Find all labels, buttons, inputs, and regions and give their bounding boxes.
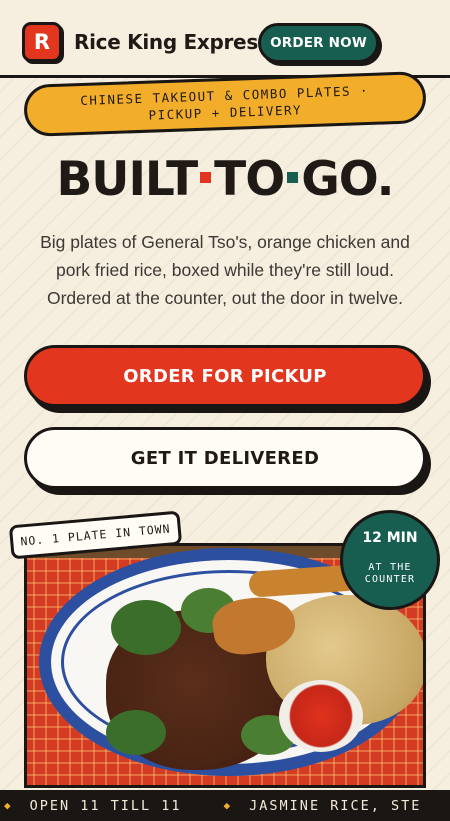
info-ticker: ◆ OPEN 11 TILL 11 ◆ JASMINE RICE, STE <box>0 790 450 821</box>
ticker-item: OPEN 11 TILL 11 <box>29 797 182 814</box>
diamond-icon: ◆ <box>223 799 233 812</box>
hero-tagline: Big plates of General Tso's, orange chic… <box>40 232 410 308</box>
order-pickup-button[interactable]: ORDER FOR PICKUP <box>24 345 426 407</box>
badge-time: 12 MIN <box>362 530 418 546</box>
red-square-separator <box>200 172 212 183</box>
hero-headline: BUILT TO GO. <box>0 150 450 210</box>
diamond-icon: ◆ <box>4 799 13 812</box>
ticker-item: JASMINE RICE, STE <box>249 797 422 814</box>
badge-caption: AT THE COUNTER <box>364 562 416 585</box>
site-header: R Rice King Express ORDER NOW <box>0 0 450 78</box>
delivery-button[interactable]: GET IT DELIVERED <box>24 427 426 489</box>
order-now-button[interactable]: ORDER NOW <box>258 23 379 63</box>
category-banner: CHINESE TAKEOUT & COMBO PLATES · PICKUP … <box>23 71 427 137</box>
headline-word-1: BUILT <box>56 152 198 207</box>
brand-logo: R <box>22 22 62 62</box>
headline-word-2: TO <box>214 152 285 207</box>
brand[interactable]: R Rice King Express <box>22 22 270 62</box>
green-square-separator <box>287 172 299 183</box>
brand-name: Rice King Express <box>74 30 270 54</box>
headline-word-3: GO. <box>301 152 394 207</box>
wait-time-badge: 12 MIN AT THE COUNTER <box>340 510 440 610</box>
broccoli <box>106 710 166 755</box>
broccoli <box>111 600 181 655</box>
sauce-cup <box>279 680 363 752</box>
